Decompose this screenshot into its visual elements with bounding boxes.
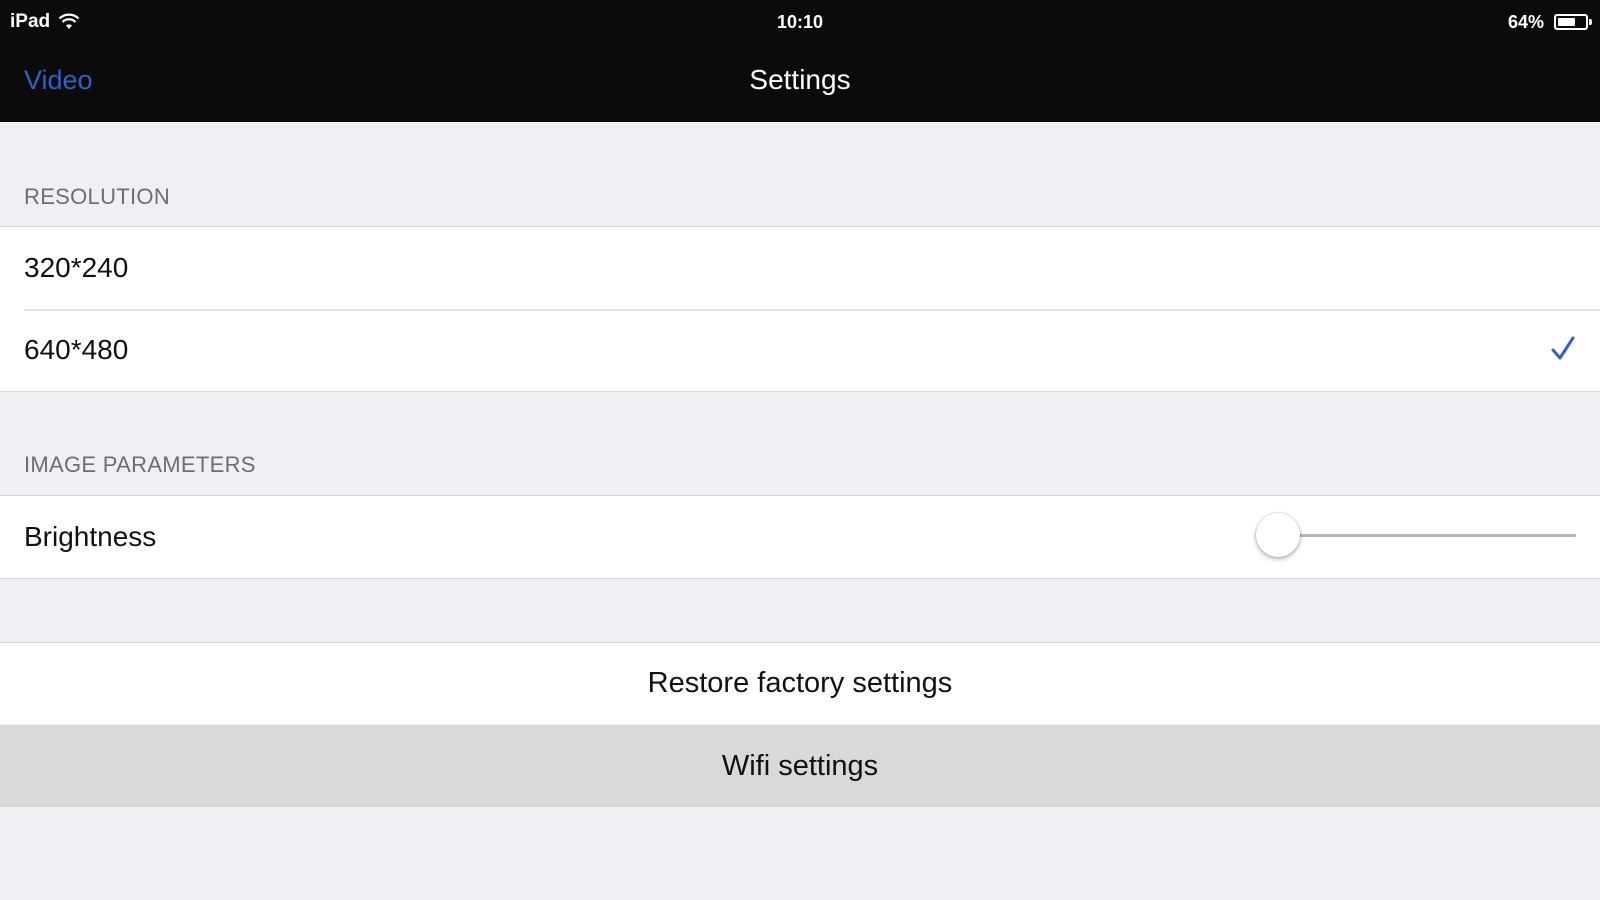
brightness-slider-track	[1296, 534, 1576, 537]
restore-factory-settings-label: Restore factory settings	[647, 667, 953, 699]
resolution-option-640x480[interactable]: 640*480	[0, 309, 1600, 391]
wifi-settings-button[interactable]: Wifi settings	[0, 725, 1600, 807]
top-bar: iPad 10:10 64% Video Settings	[0, 0, 1600, 122]
image-parameters-header: IMAGE PARAMETERS	[24, 452, 256, 477]
resolution-option-320x240[interactable]: 320*240	[0, 227, 1600, 309]
brightness-slider-thumb[interactable]	[1256, 513, 1300, 557]
restore-factory-settings-button[interactable]: Restore factory settings	[0, 642, 1600, 724]
resolution-option-label: 320*240	[24, 252, 129, 283]
status-right: 64%	[1507, 8, 1592, 36]
brightness-row: Brightness	[0, 496, 1600, 578]
brightness-slider[interactable]	[1256, 496, 1576, 576]
page-title: Settings	[749, 64, 851, 95]
battery-tip	[1589, 19, 1592, 25]
image-parameters-group: Brightness	[0, 495, 1600, 579]
resolution-option-label: 640*480	[24, 334, 129, 365]
status-time: 10:10	[776, 12, 824, 32]
wifi-settings-label: Wifi settings	[721, 749, 879, 782]
battery-fill	[1558, 18, 1575, 26]
battery-percentage: 64%	[1507, 11, 1544, 32]
battery-icon	[1554, 14, 1592, 30]
settings-screen: iPad 10:10 64% Video Settings RESOLUTION…	[0, 0, 1600, 900]
resolution-header: RESOLUTION	[24, 184, 171, 209]
checkmark-icon	[1551, 336, 1575, 360]
brightness-label: Brightness	[24, 521, 157, 552]
resolution-group: 320*240 640*480	[0, 226, 1600, 392]
